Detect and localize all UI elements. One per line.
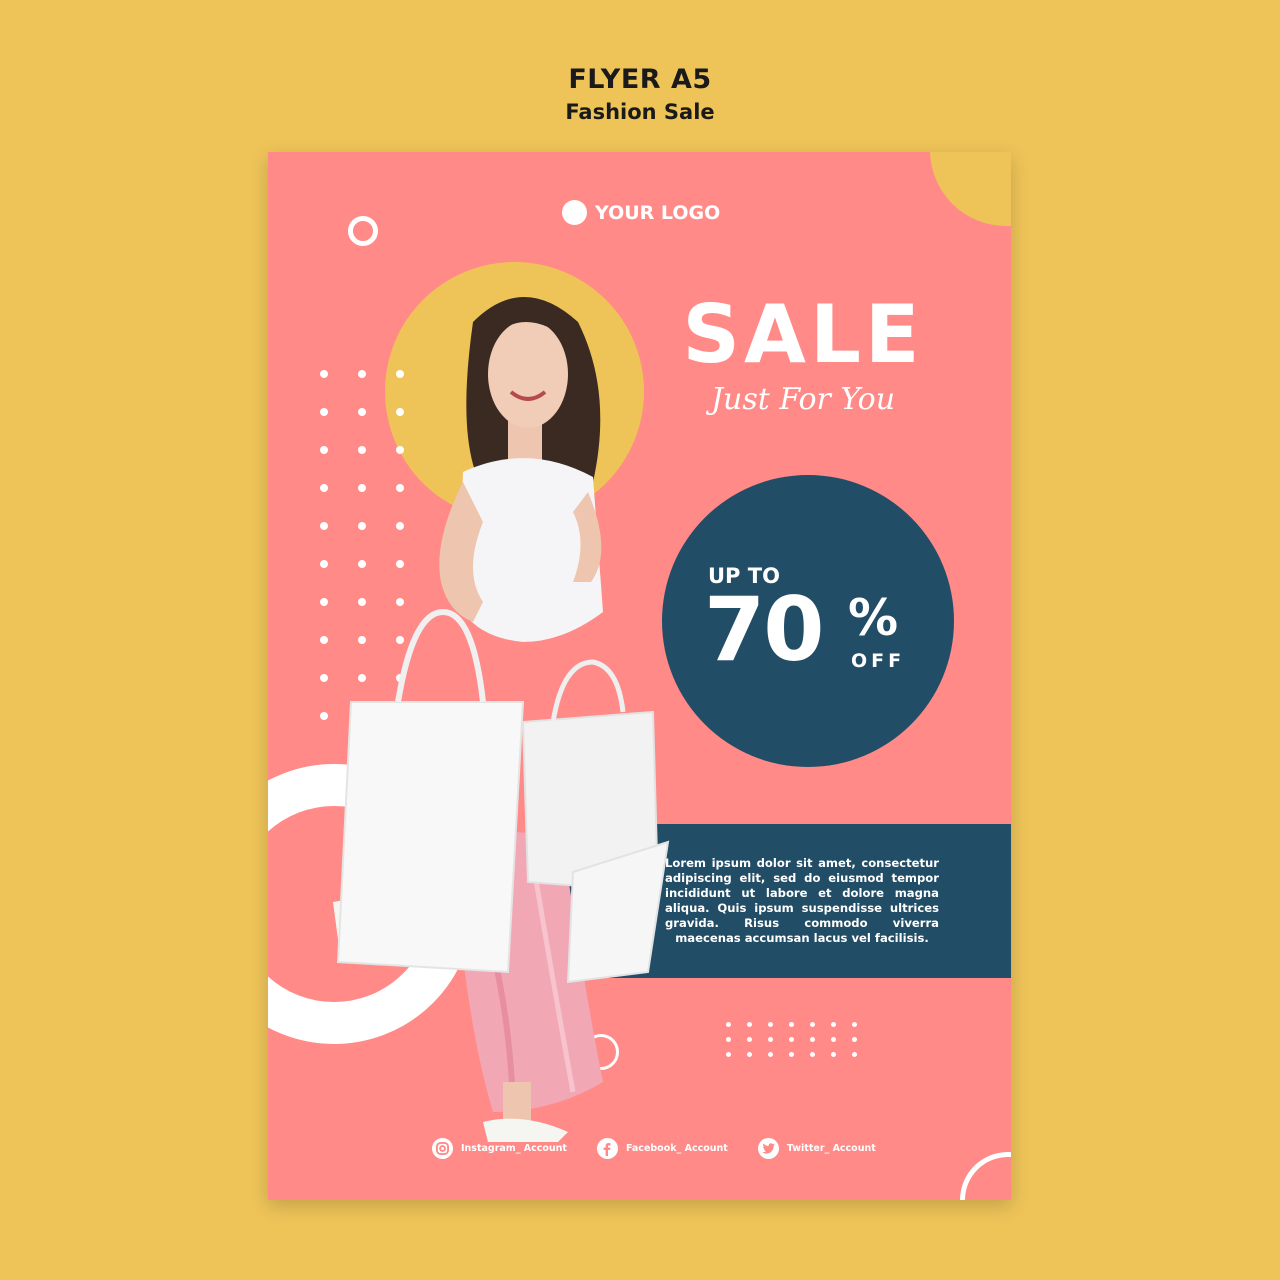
flyer-card: YOUR LOGO SALE Just For You UP TO 70 % O… [268, 152, 1011, 1200]
flyer-subtitle: Fashion Sale [565, 100, 715, 124]
decor-small-ring [348, 216, 378, 246]
social-links: Instagram_ Account Facebook_ Account Twi… [432, 1138, 876, 1159]
model-with-shopping-bags-image [333, 297, 670, 1142]
facebook-icon [596, 1138, 618, 1159]
logo-text: YOUR LOGO [595, 201, 721, 224]
discount-percent-sign: % [848, 589, 899, 647]
decor-corner-ring [960, 1152, 1011, 1200]
sale-title: SALE [682, 288, 924, 381]
discount-number: 70 [704, 578, 824, 681]
social-item-twitter[interactable]: Twitter_ Account [757, 1138, 876, 1159]
social-label: Instagram_ Account [461, 1143, 567, 1154]
decor-corner-circle [930, 152, 1011, 226]
social-item-facebook[interactable]: Facebook_ Account [596, 1138, 728, 1159]
social-label: Twitter_ Account [786, 1143, 876, 1154]
body-text: Lorem ipsum dolor sit amet, consectetur … [665, 856, 939, 945]
social-label: Facebook_ Account [625, 1143, 728, 1154]
sale-subtitle: Just For You [710, 382, 896, 417]
discount-suffix: OFF [851, 650, 906, 672]
page-header: FLYER A5 Fashion Sale [0, 62, 1280, 126]
twitter-icon [757, 1138, 779, 1159]
decor-dots-right [726, 1022, 857, 1057]
social-item-instagram[interactable]: Instagram_ Account [432, 1138, 567, 1159]
logo-dot-icon [562, 200, 587, 225]
logo: YOUR LOGO [562, 200, 720, 225]
flyer-format-title: FLYER A5 [568, 64, 712, 95]
instagram-icon [432, 1138, 453, 1159]
